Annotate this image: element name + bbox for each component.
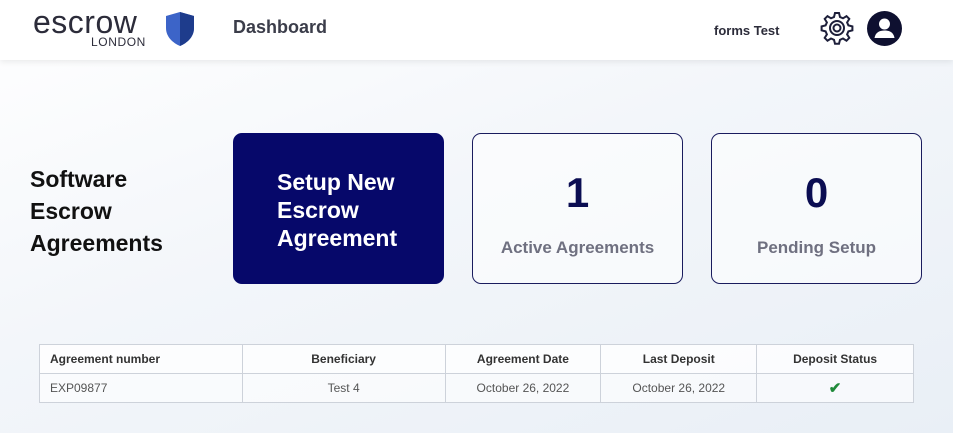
pending-setup-label: Pending Setup <box>757 238 876 257</box>
setup-new-agreement-button[interactable]: Setup New Escrow Agreement <box>233 133 444 284</box>
setup-new-agreement-label: Setup New Escrow Agreement <box>277 169 398 251</box>
user-avatar-icon[interactable] <box>867 11 902 46</box>
beneficiary-cell: Test 4 <box>241 373 446 403</box>
column-header-beneficiary[interactable]: Beneficiary <box>241 344 446 374</box>
active-agreements-card[interactable]: 1 Active Agreements <box>472 133 683 284</box>
active-agreements-label: Active Agreements <box>500 238 655 257</box>
user-name[interactable]: forms Test <box>714 23 780 38</box>
agreements-table-container: Agreement number Beneficiary Agreement D… <box>39 344 914 403</box>
pending-setup-count: 0 <box>804 169 829 216</box>
column-header-deposit-status[interactable]: Deposit Status <box>756 344 914 374</box>
deposit-status-cell: ✔ <box>756 373 914 403</box>
table-row[interactable]: EXP09877 Test 4 October 26, 2022 October… <box>39 373 914 403</box>
column-header-agreement-number[interactable]: Agreement number <box>39 344 243 374</box>
gear-icon[interactable] <box>819 10 855 46</box>
pending-setup-card[interactable]: 0 Pending Setup <box>711 133 922 284</box>
agreement-date-cell: October 26, 2022 <box>444 373 602 403</box>
column-header-agreement-date[interactable]: Agreement Date <box>444 344 602 374</box>
escrow-london-logo[interactable]: escrow LONDON <box>33 6 198 52</box>
logo-subtitle: LONDON <box>91 35 146 49</box>
column-header-last-deposit[interactable]: Last Deposit <box>600 344 758 374</box>
top-bar: escrow LONDON Dashboard forms Test <box>0 0 953 60</box>
agreement-number-cell: EXP09877 <box>39 373 243 403</box>
page-title: Dashboard <box>233 17 328 37</box>
logo-wordmark: escrow <box>33 4 138 40</box>
check-icon: ✔ <box>828 380 842 397</box>
active-agreements-count: 1 <box>565 169 590 216</box>
shield-icon <box>166 12 194 46</box>
agreements-table: Agreement number Beneficiary Agreement D… <box>39 344 914 403</box>
table-header-row: Agreement number Beneficiary Agreement D… <box>39 344 914 374</box>
last-deposit-cell: October 26, 2022 <box>600 373 758 403</box>
section-title: Software Escrow Agreements <box>30 166 163 256</box>
